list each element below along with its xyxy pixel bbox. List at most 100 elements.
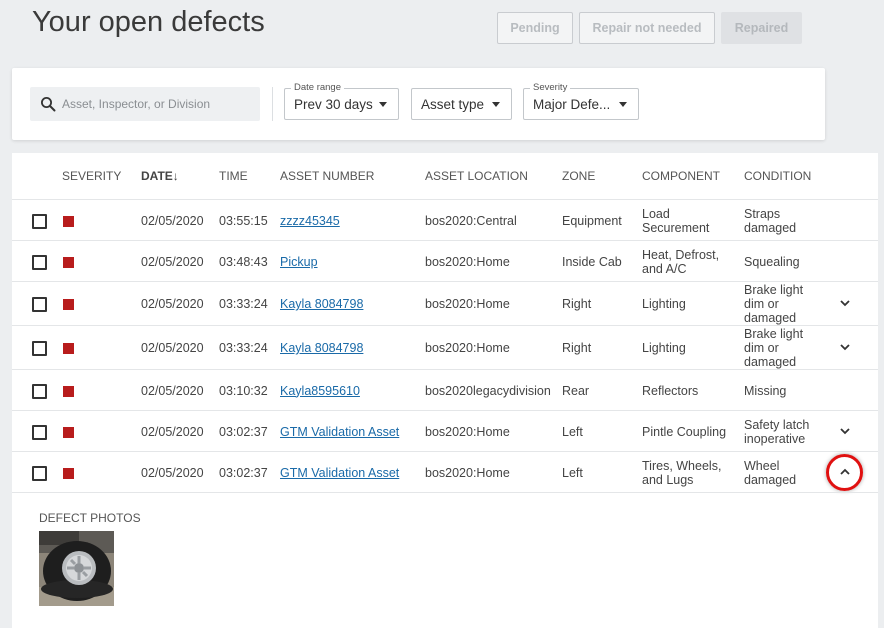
cell-time: 03:33:24 — [219, 326, 277, 370]
table-row[interactable]: 02/05/2020 03:02:37 GTM Validation Asset bo… — [12, 410, 878, 451]
cell-date-text: 02/05/2020 — [141, 465, 204, 480]
cell-asset-number[interactable]: zzzz45345 — [280, 200, 420, 241]
cell-component-text: Load Securement — [642, 206, 710, 235]
asset-link[interactable]: GTM Validation Asset — [280, 425, 399, 439]
row-checkbox[interactable] — [32, 213, 47, 229]
cell-date: 02/05/2020 — [141, 200, 216, 241]
chevron-down-icon[interactable] — [838, 298, 852, 308]
table-row[interactable]: 02/05/2020 03:02:37 GTM Validation Asset bo… — [12, 451, 878, 492]
cell-zone: Right — [562, 282, 638, 326]
cell-condition: Straps damaged — [744, 200, 826, 241]
cell-component-text: Lighting — [642, 341, 686, 355]
date-range-dropdown[interactable]: Date range Prev 30 days — [284, 82, 399, 120]
asset-link[interactable]: zzzz45345 — [280, 214, 340, 228]
header-condition[interactable]: CONDITION — [744, 169, 811, 183]
search-icon — [41, 97, 56, 112]
search-input[interactable] — [62, 97, 252, 111]
chevron-down-icon[interactable] — [838, 426, 852, 436]
cell-asset-location: bos2020:Home — [425, 411, 560, 452]
cell-asset-location-text: bos2020:Home — [425, 341, 510, 355]
header-zone[interactable]: ZONE — [562, 169, 595, 183]
cell-zone-text: Left — [562, 424, 583, 439]
table-row-divider — [12, 492, 878, 493]
row-checkbox[interactable] — [32, 465, 47, 481]
defect-photos-label: DEFECT PHOTOS — [39, 511, 141, 525]
row-checkbox[interactable] — [32, 424, 47, 440]
cell-component-text: Heat, Defrost, and A/C — [642, 247, 720, 276]
asset-type-dropdown[interactable]: Asset type — [411, 88, 512, 120]
cell-time-text: 03:33:24 — [219, 297, 268, 311]
cell-asset-location: bos2020legacydivision — [425, 370, 560, 411]
row-checkbox[interactable] — [32, 341, 47, 356]
cell-asset-number[interactable]: GTM Validation Asset — [280, 452, 420, 493]
cell-condition-text: Brake light dim or damaged — [744, 283, 804, 325]
cell-date-text: 02/05/2020 — [141, 424, 204, 439]
cell-asset-location: bos2020:Central — [425, 200, 560, 241]
table-row[interactable]: 02/05/2020 03:55:15 zzzz45345 bos2020:Centr… — [12, 199, 878, 240]
cell-component: Load Securement — [642, 200, 738, 241]
table-row[interactable]: 02/05/2020 03:33:24 Kayla 8084798 bos2020:H… — [12, 325, 878, 369]
repair-not-needed-button[interactable]: Repair not needed — [579, 12, 715, 44]
cell-component: Lighting — [642, 326, 738, 370]
date-range-value: Prev 30 days — [294, 96, 373, 112]
cell-time-text: 03:10:32 — [219, 383, 268, 398]
cell-zone: Right — [562, 326, 638, 370]
cell-asset-number[interactable]: Kayla 8084798 — [280, 326, 420, 370]
cell-asset-number[interactable]: Kayla8595610 — [280, 370, 420, 411]
header-severity[interactable]: SEVERITY — [62, 169, 121, 183]
asset-link[interactable]: GTM Validation Asset — [280, 466, 399, 480]
search-box[interactable] — [30, 87, 260, 121]
asset-type-value: Asset type — [421, 96, 485, 112]
row-checkbox[interactable] — [32, 297, 47, 312]
pending-button[interactable]: Pending — [497, 12, 573, 44]
cell-asset-number[interactable]: GTM Validation Asset — [280, 411, 420, 452]
cell-date: 02/05/2020 — [141, 452, 216, 493]
header-time[interactable]: TIME — [219, 169, 248, 183]
cell-condition-text: Safety latch inoperative — [744, 417, 810, 446]
cell-zone: Left — [562, 452, 638, 493]
severity-major-icon — [63, 299, 74, 310]
header-asset-location[interactable]: ASSET LOCATION — [425, 169, 528, 183]
cell-component-text: Pintle Coupling — [642, 424, 727, 439]
cell-condition: Missing — [744, 370, 826, 411]
row-checkbox[interactable] — [32, 254, 47, 270]
date-range-label: Date range — [291, 82, 345, 94]
cell-zone-text: Rear — [562, 383, 590, 398]
header-asset-number[interactable]: ASSET NUMBER — [280, 169, 374, 183]
repaired-button[interactable]: Repaired — [721, 12, 802, 44]
cell-asset-number[interactable]: Kayla 8084798 — [280, 282, 420, 326]
severity-major-icon — [63, 343, 74, 354]
cell-zone: Equipment — [562, 200, 638, 241]
cell-component: Lighting — [642, 282, 738, 326]
cell-condition: Safety latch inoperative — [744, 411, 826, 452]
asset-link[interactable]: Kayla8595610 — [280, 384, 360, 398]
asset-link[interactable]: Kayla 8084798 — [280, 341, 363, 355]
cell-component: Tires, Wheels, and Lugs — [642, 452, 738, 493]
cell-date-text: 02/05/2020 — [141, 254, 204, 269]
cell-zone-text: Right — [562, 341, 592, 355]
cell-condition-text: Brake light dim or damaged — [744, 327, 804, 369]
chevron-down-icon[interactable] — [838, 342, 852, 352]
cell-component-text: Lighting — [642, 297, 686, 311]
table-row[interactable]: 02/05/2020 03:33:24 Kayla 8084798 bos2020:H… — [12, 281, 878, 325]
header-date[interactable]: DATE↓ — [141, 169, 179, 183]
cell-time: 03:33:24 — [219, 282, 277, 326]
cell-asset-number[interactable]: Pickup — [280, 241, 420, 282]
asset-link[interactable]: Pickup — [280, 255, 318, 269]
row-checkbox[interactable] — [32, 383, 47, 399]
severity-dropdown[interactable]: Severity Major Defe... — [523, 82, 639, 120]
defect-photo-thumbnail[interactable] — [39, 531, 114, 606]
table-row[interactable]: 02/05/2020 03:48:43 Pickup bos2020:Home Insi… — [12, 240, 878, 281]
filter-panel: Date range Prev 30 days Asset type Sever… — [12, 68, 825, 140]
defects-table: SEVERITY DATE↓ TIME ASSET NUMBER ASSET L… — [12, 153, 878, 628]
header-component[interactable]: COMPONENT — [642, 169, 720, 183]
page-title: Your open defects — [32, 6, 265, 38]
flat-tire-image — [39, 531, 114, 606]
severity-label: Severity — [530, 82, 571, 94]
asset-link[interactable]: Kayla 8084798 — [280, 297, 363, 311]
cell-asset-location-text: bos2020:Home — [425, 297, 510, 311]
cell-time-text: 03:55:15 — [219, 213, 268, 228]
table-row[interactable]: 02/05/2020 03:10:32 Kayla8595610 bos2020leg… — [12, 369, 878, 410]
cell-time: 03:10:32 — [219, 370, 277, 411]
cell-zone-text: Right — [562, 297, 592, 311]
